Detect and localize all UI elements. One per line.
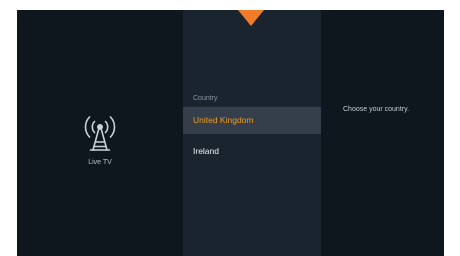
- country-option-united-kingdom[interactable]: United Kingdom: [183, 107, 321, 134]
- country-list-header: Country: [193, 95, 218, 102]
- choose-country-hint: Choose your country.: [343, 106, 410, 113]
- live-tv-label: Live TV: [88, 159, 112, 166]
- broadcast-antenna-icon: [84, 116, 116, 151]
- country-list: Country United Kingdom Ireland: [183, 10, 321, 256]
- source-panel: Live TV: [17, 10, 183, 256]
- tv-screen: Live TV Country United Kingdom Ireland C…: [17, 10, 444, 256]
- info-panel: Choose your country.: [321, 10, 444, 256]
- country-option-ireland[interactable]: Ireland: [183, 138, 321, 165]
- down-arrow-indicator-icon: [238, 10, 264, 26]
